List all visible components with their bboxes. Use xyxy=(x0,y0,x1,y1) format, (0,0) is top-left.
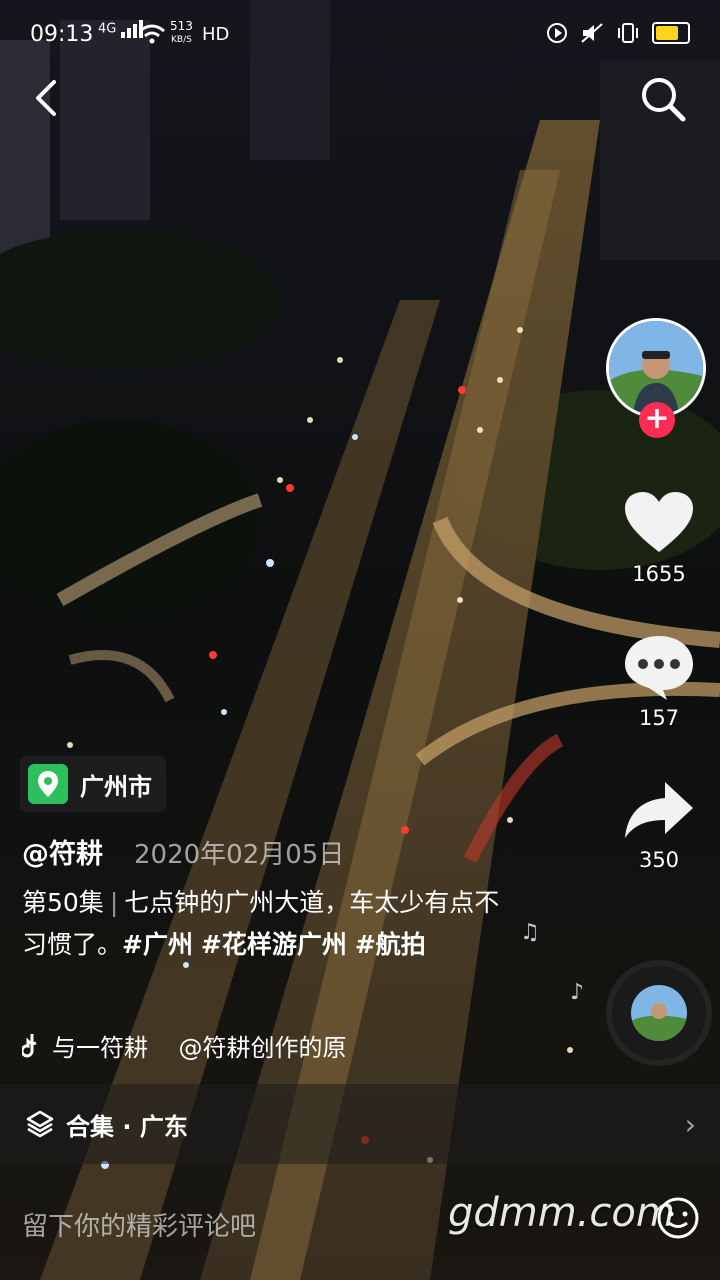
back-icon[interactable] xyxy=(26,76,70,120)
speed-value: 513 xyxy=(170,19,193,33)
share-button[interactable]: 350 xyxy=(604,780,714,872)
sync-icon xyxy=(547,23,567,43)
status-right xyxy=(546,22,690,44)
network-speed: 513 KB/S xyxy=(170,20,193,46)
comment-button[interactable]: 157 xyxy=(604,634,714,730)
comment-input[interactable]: 留下你的精彩评论吧 xyxy=(22,1206,256,1243)
mute-icon xyxy=(581,23,603,43)
post-description[interactable]: 第50集 | 七点钟的广州大道，车太少有点不习惯了。#广州 #花样游广州 #航拍 xyxy=(22,882,512,966)
heart-icon[interactable] xyxy=(623,490,695,556)
location-name: 广州市 xyxy=(80,772,152,801)
collection-label: 合集 · 广东 xyxy=(66,1112,188,1141)
status-time: 09:13 xyxy=(30,22,94,47)
location-tag[interactable]: 广州市 xyxy=(20,756,166,812)
post-date: 2020年02月05日 xyxy=(134,840,345,870)
network-indicator: 4G xyxy=(98,20,143,38)
music-text: 与一符耕 @符耕创作的原 xyxy=(52,1034,347,1062)
hd-indicator: HD xyxy=(202,24,230,45)
wifi-icon xyxy=(139,24,165,44)
network-type: 4G xyxy=(98,21,117,37)
battery-icon xyxy=(652,22,690,44)
disc-cover xyxy=(631,985,687,1041)
hashtag[interactable]: #航拍 xyxy=(355,930,426,959)
music-info[interactable]: 与一符耕 @符耕创作的原 xyxy=(22,1028,347,1063)
layers-icon xyxy=(26,1110,54,1138)
music-note-icon xyxy=(22,1033,37,1057)
like-button[interactable]: 1655 xyxy=(604,490,714,586)
vibrate-icon xyxy=(618,23,638,43)
author-avatar-group[interactable]: + xyxy=(606,318,712,438)
follow-button[interactable]: + xyxy=(639,402,675,438)
hashtag[interactable]: #花样游广州 xyxy=(201,930,347,959)
author-name[interactable]: @符耕 xyxy=(22,832,103,871)
emoji-icon[interactable] xyxy=(656,1196,700,1240)
search-icon[interactable] xyxy=(638,74,688,124)
like-count: 1655 xyxy=(632,562,686,586)
speed-unit: KB/S xyxy=(171,35,192,45)
chevron-right-icon: › xyxy=(684,1107,696,1141)
share-count: 350 xyxy=(638,848,680,872)
hashtag[interactable]: #广州 xyxy=(122,930,193,959)
separator: | xyxy=(109,888,119,917)
comment-icon[interactable] xyxy=(623,634,695,700)
share-icon[interactable] xyxy=(623,780,695,842)
watermark: gdmm.com xyxy=(448,1190,675,1236)
status-bar: 09:13 4G 513 KB/S HD xyxy=(0,0,720,70)
music-note-icon: ♪ xyxy=(570,980,585,1005)
collection-bar[interactable]: 合集 · 广东 › xyxy=(0,1084,720,1164)
location-pin-icon xyxy=(28,764,68,804)
episode-label: 第50集 xyxy=(22,888,104,917)
comment-count: 157 xyxy=(638,706,680,730)
music-disc[interactable] xyxy=(612,966,706,1060)
music-note-icon: ♫ xyxy=(520,920,540,945)
